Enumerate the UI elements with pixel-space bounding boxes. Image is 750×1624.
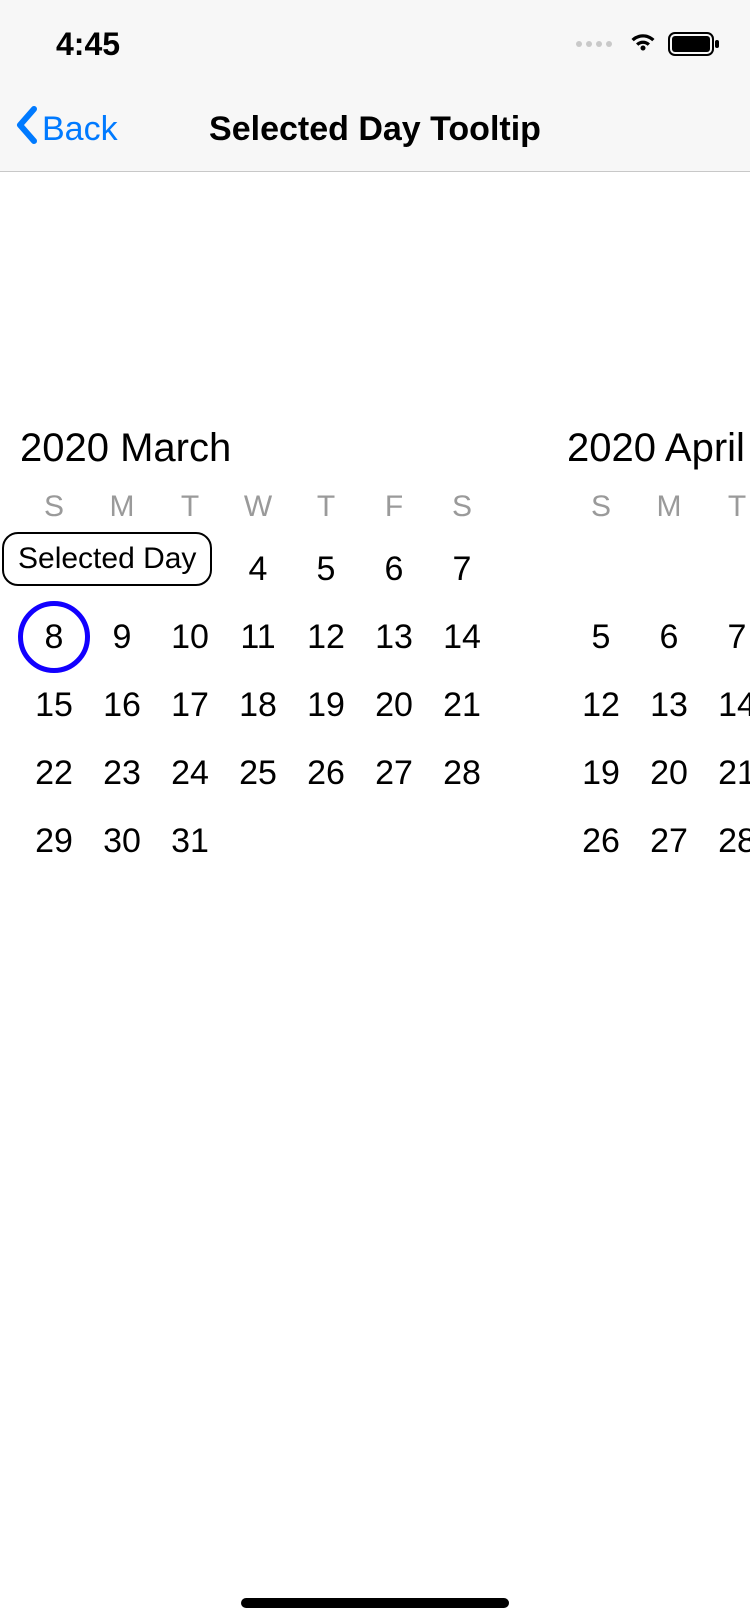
month-block: 2020 MarchSMTWTFS12345678910111213141516… <box>20 426 495 875</box>
week-row: 22232425262728 <box>20 739 495 807</box>
status-icons <box>576 30 720 59</box>
battery-icon <box>668 32 720 56</box>
month-title: 2020 April <box>567 426 750 471</box>
weekday-label: M <box>110 485 135 529</box>
day-cell[interactable]: 7 <box>703 603 750 671</box>
day-cell[interactable]: 20 <box>360 671 428 739</box>
day-cell[interactable]: 10 <box>156 603 224 671</box>
day-cell[interactable]: 22 <box>20 739 88 807</box>
day-cell[interactable]: 25 <box>224 739 292 807</box>
status-time: 4:45 <box>56 26 120 63</box>
day-cell[interactable]: 19 <box>292 671 360 739</box>
day-cell[interactable]: 26 <box>292 739 360 807</box>
day-cell[interactable]: 27 <box>360 739 428 807</box>
day-cell[interactable]: 6 <box>360 535 428 603</box>
week-row: 293031 <box>20 807 495 875</box>
day-cell[interactable]: 11 <box>224 603 292 671</box>
day-cell[interactable]: 7 <box>428 535 496 603</box>
day-cell[interactable]: 12 <box>567 671 635 739</box>
weekday-row: SMTWTFS <box>20 485 495 529</box>
day-cell[interactable]: 6 <box>635 603 703 671</box>
day-cell[interactable]: 28 <box>428 739 496 807</box>
day-cell[interactable]: 21 <box>428 671 496 739</box>
cellular-dots-icon <box>576 41 612 47</box>
day-cell[interactable]: 26 <box>567 807 635 875</box>
day-cell[interactable]: 20 <box>635 739 703 807</box>
calendar-scroll[interactable]: 2020 MarchSMTWTFS12345678910111213141516… <box>0 172 750 1472</box>
day-cell[interactable]: 5 <box>567 603 635 671</box>
day-cell[interactable]: 12 <box>292 603 360 671</box>
day-cell[interactable]: 4 <box>224 535 292 603</box>
day-cell[interactable]: 24 <box>156 739 224 807</box>
day-cell[interactable]: 30 <box>88 807 156 875</box>
day-cell[interactable]: 29 <box>20 807 88 875</box>
weekday-label: W <box>244 485 272 529</box>
day-cell[interactable]: 17 <box>156 671 224 739</box>
week-row: 2627282930 <box>567 807 750 875</box>
day-cell[interactable]: 13 <box>360 603 428 671</box>
months-strip: 2020 MarchSMTWTFS12345678910111213141516… <box>20 426 750 875</box>
back-label: Back <box>42 110 118 149</box>
day-cell <box>360 807 428 875</box>
week-row: 12131415161718 <box>567 671 750 739</box>
day-cell[interactable]: 8 <box>20 603 88 671</box>
status-bar: 4:45 <box>0 0 750 88</box>
day-cell[interactable]: 14 <box>428 603 496 671</box>
day-cell[interactable]: 16 <box>88 671 156 739</box>
day-cell[interactable]: 21 <box>703 739 750 807</box>
day-cell <box>567 535 635 603</box>
weekday-label: T <box>317 485 335 529</box>
weekday-label: T <box>181 485 199 529</box>
weekday-label: F <box>385 485 403 529</box>
day-cell[interactable]: 23 <box>88 739 156 807</box>
weekday-row: SMTWTFS <box>567 485 750 529</box>
month-block: 2020 AprilSMTWTFS12345678910111213141516… <box>567 426 750 875</box>
day-cell[interactable]: 15 <box>20 671 88 739</box>
weekday-label: M <box>657 485 682 529</box>
day-cell <box>428 807 496 875</box>
day-cell[interactable]: 18 <box>224 671 292 739</box>
weekday-label: S <box>591 485 611 529</box>
weekday-label: S <box>452 485 472 529</box>
week-row: 15161718192021 <box>20 671 495 739</box>
wifi-icon <box>628 30 658 59</box>
day-cell[interactable]: 31 <box>156 807 224 875</box>
day-cell[interactable]: 19 <box>567 739 635 807</box>
day-cell <box>635 535 703 603</box>
day-cell <box>292 807 360 875</box>
day-cell[interactable]: 27 <box>635 807 703 875</box>
day-cell[interactable]: 9 <box>88 603 156 671</box>
day-cell[interactable]: 5 <box>292 535 360 603</box>
weekday-label: T <box>728 485 746 529</box>
home-indicator <box>241 1598 509 1608</box>
selected-day-tooltip: Selected Day <box>2 532 212 586</box>
week-row: 567891011 <box>567 603 750 671</box>
back-button[interactable]: Back <box>0 88 118 171</box>
day-cell <box>703 535 750 603</box>
day-cell[interactable]: 14 <box>703 671 750 739</box>
week-row: 1234 <box>567 535 750 603</box>
day-cell[interactable]: 28 <box>703 807 750 875</box>
nav-bar: Back Selected Day Tooltip <box>0 88 750 172</box>
day-cell[interactable]: 13 <box>635 671 703 739</box>
month-title: 2020 March <box>20 426 495 471</box>
day-cell <box>224 807 292 875</box>
week-row: 19202122232425 <box>567 739 750 807</box>
weekday-label: S <box>44 485 64 529</box>
chevron-left-icon <box>14 105 38 154</box>
week-row: 891011121314 <box>20 603 495 671</box>
